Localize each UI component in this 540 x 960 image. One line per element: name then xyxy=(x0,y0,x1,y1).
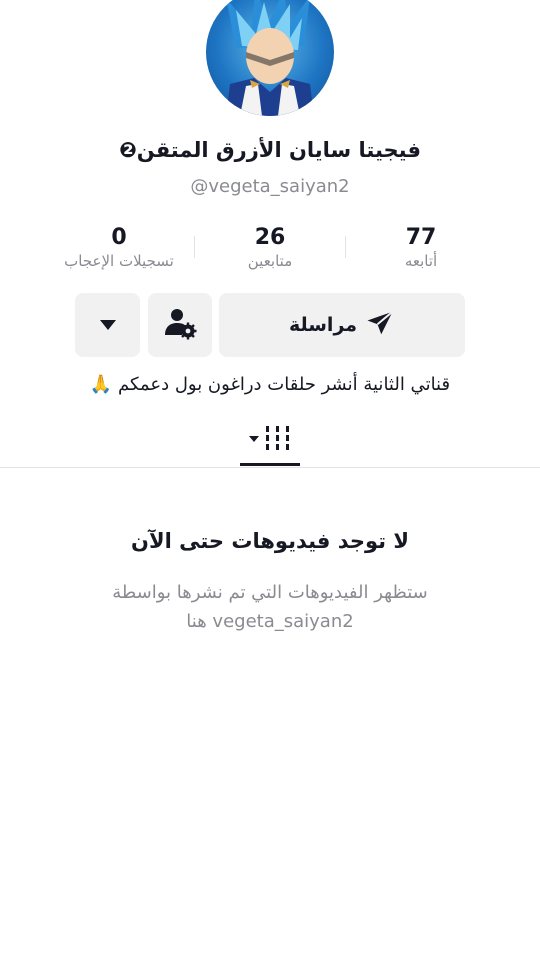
tab-active-indicator xyxy=(240,463,300,466)
user-settings-icon xyxy=(162,305,198,345)
stat-followers[interactable]: 26 متابعين xyxy=(190,224,350,270)
message-button[interactable]: مراسلة xyxy=(219,293,465,357)
profile-bio: قناتي الثانية أنشر حلقات دراغون بول دعمك… xyxy=(89,374,451,395)
empty-state-description: ستظهر الفيديوهات التي تم نشرها بواسطة ve… xyxy=(112,582,428,632)
name-badge: ❷ xyxy=(119,138,137,162)
tabs-divider xyxy=(0,467,540,468)
user-settings-button[interactable] xyxy=(148,293,212,357)
stat-following-label: أتابعه xyxy=(404,252,438,270)
profile-avatar[interactable] xyxy=(206,0,334,116)
stat-followers-label: متابعين xyxy=(247,252,293,270)
stat-likes-label: تسجيلات الإعجاب xyxy=(64,252,174,270)
profile-handle: @vegeta_saiyan2 xyxy=(190,176,350,197)
caret-down-icon xyxy=(99,316,117,335)
stat-following[interactable]: 77 أتابعه xyxy=(341,224,501,270)
more-options-button[interactable] xyxy=(75,293,140,357)
stat-following-count: 77 xyxy=(405,225,437,250)
empty-state-title: لا توجد فيديوهات حتى الآن xyxy=(131,529,409,553)
avatar-image xyxy=(226,0,314,116)
send-icon xyxy=(365,308,395,343)
stat-followers-count: 26 xyxy=(254,225,286,250)
tab-videos[interactable] xyxy=(240,420,300,460)
profile-display-name: فيجيتا سايان الأزرق المتقن❷ xyxy=(119,138,421,162)
message-button-label: مراسلة xyxy=(288,314,358,336)
stat-likes[interactable]: 0 تسجيلات الإعجاب xyxy=(39,224,199,270)
grid-bars-icon xyxy=(246,423,294,457)
stat-likes-count: 0 xyxy=(111,225,127,250)
